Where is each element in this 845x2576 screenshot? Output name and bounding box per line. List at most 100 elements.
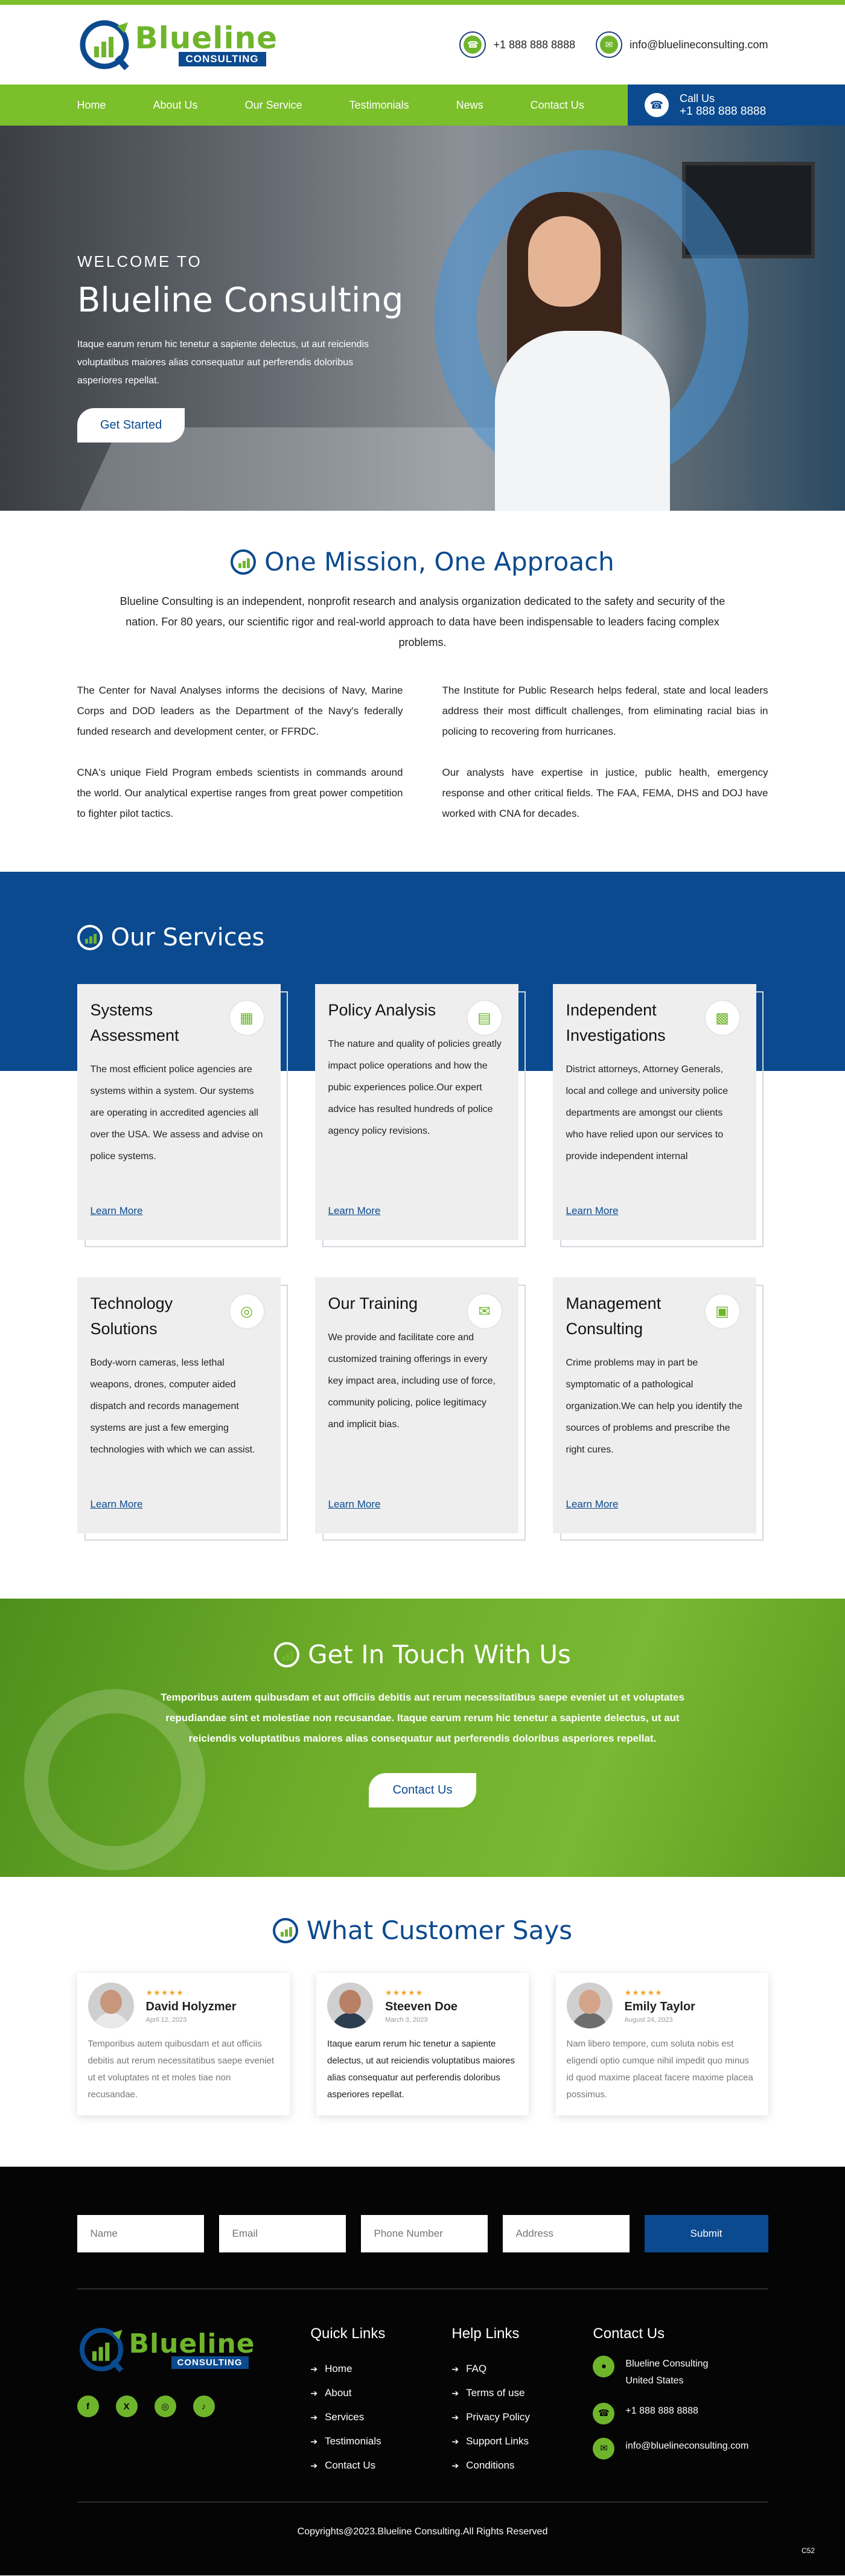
- section-logo-icon: [274, 1641, 300, 1667]
- phone-icon: ☎: [645, 93, 669, 117]
- call-number: +1 888 888 8888: [680, 104, 767, 118]
- testimonials-title: What Customer Says: [306, 1916, 573, 1945]
- site-header: Blueline CONSULTING ☎ +1 888 888 8888 ✉ …: [0, 5, 845, 85]
- help-link-support[interactable]: Support Links: [451, 2429, 593, 2453]
- learn-more-link[interactable]: Learn More: [328, 1205, 381, 1217]
- mission-title: One Mission, One Approach: [264, 547, 614, 577]
- call-label: Call Us: [680, 92, 715, 104]
- footer-contact-title: Contact Us: [593, 2325, 665, 2342]
- avatar: [566, 1983, 613, 2028]
- quick-link-home[interactable]: Home: [310, 2357, 451, 2381]
- help-link-faq[interactable]: FAQ: [451, 2357, 593, 2381]
- facebook-icon[interactable]: f: [77, 2395, 99, 2417]
- logo-mark-icon: [80, 20, 129, 71]
- learn-more-link[interactable]: Learn More: [91, 1498, 143, 1510]
- testimonial-card: ★★★★★ Emily Taylor August 24, 2023 Nam l…: [555, 1973, 768, 2115]
- header-phone[interactable]: ☎ +1 888 888 8888: [459, 31, 575, 58]
- service-card-text: District attorneys, Attorney Generals, l…: [566, 1064, 729, 1162]
- service-card-title: Our Training: [328, 1294, 418, 1312]
- phone-icon: ☎: [593, 2403, 615, 2424]
- phone-field[interactable]: [360, 2215, 488, 2252]
- help-link-privacy[interactable]: Privacy Policy: [451, 2405, 593, 2429]
- footer-address: ● Blueline Consulting United States: [593, 2356, 768, 2389]
- mission-section: One Mission, One Approach Blueline Consu…: [0, 511, 845, 872]
- testimonial-name: Emily Taylor: [624, 1999, 695, 2013]
- certificate-icon: ▦: [229, 1001, 264, 1035]
- footer-address-text: Blueline Consulting United States: [625, 2359, 709, 2386]
- instagram-icon[interactable]: ◎: [154, 2395, 176, 2417]
- top-accent-bar: [0, 0, 845, 5]
- logo-brand-text: Blueline: [135, 21, 278, 56]
- contact-form: Submit: [77, 2215, 768, 2252]
- nav-item-testimonials[interactable]: Testimonials: [349, 99, 409, 112]
- header-phone-text: +1 888 888 8888: [493, 38, 576, 51]
- logo-sub-text: CONSULTING: [178, 52, 266, 66]
- hero-banner: WELCOME TO Blueline Consulting Itaque ea…: [0, 126, 845, 511]
- phone-icon: ☎: [459, 31, 486, 58]
- help-link-terms[interactable]: Terms of use: [451, 2381, 593, 2405]
- testimonial-text: Temporibus autem quibusdam et aut offici…: [88, 2039, 275, 2100]
- testimonial-card: ★★★★★ Steeven Doe March 3, 2023 Itaque e…: [316, 1973, 529, 2115]
- get-started-button[interactable]: Get Started: [77, 408, 185, 443]
- tiktok-icon[interactable]: ♪: [193, 2395, 215, 2417]
- footer-logo[interactable]: Blueline CONSULTING: [77, 2325, 311, 2374]
- nav-item-service[interactable]: Our Service: [245, 99, 302, 112]
- learn-more-link[interactable]: Learn More: [328, 1498, 381, 1510]
- testimonial-date: March 3, 2023: [385, 2016, 428, 2024]
- services-title: Our Services: [110, 924, 265, 951]
- mail-icon: ✉: [596, 31, 623, 58]
- address-field[interactable]: [502, 2215, 630, 2252]
- nav-item-home[interactable]: Home: [77, 99, 106, 112]
- quick-link-contact[interactable]: Contact Us: [310, 2453, 451, 2478]
- services-section: Our Services Systems Assessment ▦ The mo…: [0, 872, 845, 1599]
- quick-links-title: Quick Links: [310, 2325, 386, 2342]
- submit-button[interactable]: Submit: [644, 2215, 768, 2252]
- x-icon[interactable]: X: [115, 2395, 138, 2417]
- section-logo-icon: [272, 1917, 298, 1943]
- mission-left-paragraph-1: The Center for Naval Analyses informs th…: [77, 685, 403, 737]
- header-email[interactable]: ✉ info@bluelineconsulting.com: [596, 31, 768, 58]
- hero-text: Itaque earum rerum hic tenetur a sapient…: [77, 339, 369, 386]
- testimonial-name: Steeven Doe: [385, 1999, 458, 2013]
- training-icon: ✉: [467, 1294, 502, 1328]
- site-logo[interactable]: Blueline CONSULTING: [77, 18, 278, 72]
- learn-more-link[interactable]: Learn More: [566, 1498, 619, 1510]
- service-card: Policy Analysis ▤ The nature and quality…: [314, 984, 526, 1247]
- service-card-text: We provide and facilitate core and custo…: [328, 1332, 496, 1430]
- service-card: Our Training ✉ We provide and facilitate…: [314, 1277, 526, 1541]
- section-logo-icon: [231, 549, 257, 575]
- footer-email[interactable]: ✉ info@bluelineconsulting.com: [593, 2438, 768, 2459]
- consulting-icon: ▣: [705, 1294, 739, 1328]
- site-footer: Submit Blueline CONSULTING: [0, 2167, 845, 2575]
- copyright-text: Copyrights@2023.Blueline Consulting.All …: [297, 2526, 548, 2537]
- background-logo-graphic: [24, 1689, 205, 1870]
- name-field[interactable]: [77, 2215, 204, 2252]
- get-in-touch-section: Get In Touch With Us Temporibus autem qu…: [0, 1599, 845, 1877]
- testimonial-text: Nam libero tempore, cum soluta nobis est…: [566, 2039, 753, 2100]
- quick-link-testimonials[interactable]: Testimonials: [310, 2429, 451, 2453]
- testimonial-card: ★★★★★ David Holyzmer April 12, 2023 Temp…: [77, 1973, 290, 2115]
- nav-item-news[interactable]: News: [456, 99, 483, 112]
- service-card-text: Body-worn cameras, less lethal weapons, …: [90, 1358, 255, 1455]
- footer-email-text: info@bluelineconsulting.com: [625, 2441, 749, 2451]
- nav-call-box[interactable]: ☎ Call Us +1 888 888 8888: [628, 85, 845, 126]
- contact-us-button[interactable]: Contact Us: [368, 1773, 477, 1807]
- nav-item-about[interactable]: About Us: [153, 99, 198, 112]
- touch-text: Temporibus autem quibusdam et aut offici…: [161, 1692, 684, 1744]
- quick-link-services[interactable]: Services: [310, 2405, 451, 2429]
- footer-phone[interactable]: ☎ +1 888 888 8888: [593, 2403, 768, 2424]
- quick-link-about[interactable]: About: [310, 2381, 451, 2405]
- star-rating: ★★★★★: [145, 1987, 184, 1997]
- learn-more-link[interactable]: Learn More: [566, 1205, 619, 1217]
- logo-mark-icon: [79, 2328, 123, 2373]
- learn-more-link[interactable]: Learn More: [91, 1205, 143, 1217]
- location-pin-icon: ●: [593, 2356, 615, 2377]
- help-link-conditions[interactable]: Conditions: [451, 2453, 593, 2478]
- avatar: [327, 1983, 373, 2028]
- testimonial-text: Itaque earum rerum hic tenetur a sapient…: [327, 2039, 515, 2100]
- mail-icon: ✉: [593, 2438, 615, 2459]
- section-logo-icon: [77, 925, 103, 950]
- nav-item-contact[interactable]: Contact Us: [531, 99, 584, 112]
- service-card: Systems Assessment ▦ The most efficient …: [77, 984, 288, 1247]
- email-field[interactable]: [218, 2215, 346, 2252]
